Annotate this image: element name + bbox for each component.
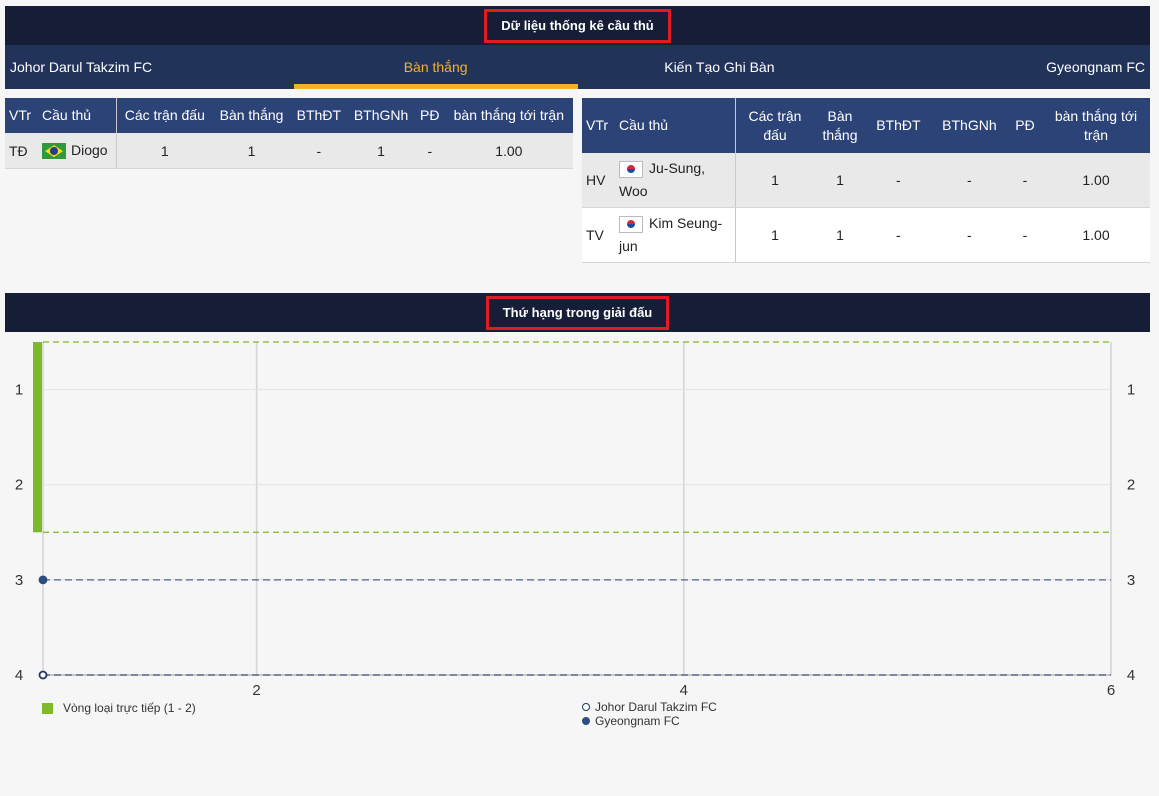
player-bthdt: - bbox=[866, 153, 931, 208]
player-ratio: 1.00 bbox=[444, 133, 573, 169]
y-tick-label-left: 2 bbox=[15, 477, 23, 494]
legend-johor[interactable]: Johor Darul Takzim FC bbox=[582, 700, 717, 714]
table-header-row: VTr Cầu thủ Các trận đấu Bàn thắng BThĐT… bbox=[582, 98, 1150, 153]
player-position: TV bbox=[582, 207, 615, 263]
qualification-band-bar bbox=[33, 342, 42, 533]
player-cell[interactable]: Kim Seung-jun bbox=[615, 207, 736, 263]
player-goals: 1 bbox=[814, 207, 866, 263]
team-tabs: Johor Darul Takzim FC Bàn thắng Kiến Tạo… bbox=[5, 45, 1150, 89]
col-pd[interactable]: PĐ bbox=[1008, 98, 1042, 153]
player-position: HV bbox=[582, 153, 615, 208]
table-row: TĐ Diogo 1 1 - 1 - 1.00 bbox=[5, 133, 573, 169]
col-goals[interactable]: Bàn thắng bbox=[814, 98, 866, 153]
player-matches: 1 bbox=[116, 133, 213, 169]
col-pd[interactable]: PĐ bbox=[414, 98, 445, 133]
player-stats-header: Dữ liệu thống kê cầu thủ bbox=[5, 6, 1150, 45]
player-bthgnh: 1 bbox=[347, 133, 415, 169]
filled-circle-icon bbox=[582, 717, 590, 725]
tab-gyeongnam-team[interactable]: Gyeongnam FC bbox=[861, 45, 1150, 89]
league-ranking-header: Thứ hạng trong giải đấu bbox=[5, 293, 1150, 332]
col-player[interactable]: Cầu thủ bbox=[38, 98, 117, 133]
legend-qualification[interactable]: Vòng loại trực tiếp (1 - 2) bbox=[42, 701, 196, 715]
table-header-row: VTr Cầu thủ Các trận đấu Bàn thắng BThĐT… bbox=[5, 98, 573, 133]
player-ratio: 1.00 bbox=[1042, 153, 1150, 208]
legend-gyeongnam-label: Gyeongnam FC bbox=[595, 714, 680, 728]
y-tick-label-right: 4 bbox=[1127, 667, 1135, 684]
col-matches[interactable]: Các trận đấu bbox=[735, 98, 814, 153]
player-bthdt: - bbox=[290, 133, 348, 169]
player-pd: - bbox=[1008, 207, 1042, 263]
col-goals-per-match[interactable]: bàn thắng tới trận bbox=[444, 98, 573, 133]
player-cell[interactable]: Ju-Sung, Woo bbox=[615, 153, 736, 208]
player-stats-title: Dữ liệu thống kê cầu thủ bbox=[484, 8, 671, 43]
x-tick-label: 2 bbox=[252, 682, 260, 699]
player-bthdt: - bbox=[866, 207, 931, 263]
y-tick-label-left: 3 bbox=[15, 572, 23, 589]
y-tick-label-left: 1 bbox=[15, 382, 23, 399]
player-matches: 1 bbox=[735, 207, 814, 263]
col-goals[interactable]: Bàn thắng bbox=[212, 98, 291, 133]
legend-gyeongnam[interactable]: Gyeongnam FC bbox=[582, 714, 680, 728]
col-player[interactable]: Cầu thủ bbox=[615, 98, 736, 153]
table-row: HV Ju-Sung, Woo 1 1 - - - 1.00 bbox=[582, 153, 1150, 208]
player-pd: - bbox=[414, 133, 445, 169]
col-matches[interactable]: Các trận đấu bbox=[116, 98, 213, 133]
tab-goals[interactable]: Bàn thắng bbox=[293, 45, 578, 89]
legend-johor-label: Johor Darul Takzim FC bbox=[595, 700, 717, 714]
col-bthgnh[interactable]: BThGNh bbox=[347, 98, 415, 133]
y-tick-label-right: 3 bbox=[1127, 572, 1135, 589]
series-point bbox=[38, 575, 48, 585]
y-tick-label-right: 2 bbox=[1127, 477, 1135, 494]
player-bthgnh: - bbox=[930, 207, 1009, 263]
table-row: TV Kim Seung-jun 1 1 - - - 1.00 bbox=[582, 207, 1150, 263]
legend-qualification-label: Vòng loại trực tiếp (1 - 2) bbox=[63, 701, 196, 715]
player-name[interactable]: Diogo bbox=[71, 142, 108, 158]
south-korea-flag-icon bbox=[619, 215, 643, 233]
y-tick-label-left: 4 bbox=[15, 667, 23, 684]
johor-stats-table: VTr Cầu thủ Các trận đấu Bàn thắng BThĐT… bbox=[5, 98, 573, 169]
green-square-icon bbox=[42, 702, 53, 714]
player-cell[interactable]: Diogo bbox=[38, 133, 117, 169]
league-ranking-title: Thứ hạng trong giải đấu bbox=[485, 295, 670, 330]
ranking-chart: 2 4 61 12 23 34 4 bbox=[5, 332, 1150, 732]
series-point bbox=[38, 670, 48, 680]
x-tick-label: 6 bbox=[1107, 682, 1115, 699]
col-goals-per-match[interactable]: bàn thắng tới trận bbox=[1042, 98, 1150, 153]
player-bthgnh: - bbox=[930, 153, 1009, 208]
col-bthgnh[interactable]: BThGNh bbox=[930, 98, 1009, 153]
gyeongnam-stats-table: VTr Cầu thủ Các trận đấu Bàn thắng BThĐT… bbox=[582, 98, 1150, 263]
player-position: TĐ bbox=[5, 133, 38, 169]
col-bthdt[interactable]: BThĐT bbox=[290, 98, 348, 133]
col-position[interactable]: VTr bbox=[5, 98, 38, 133]
y-tick-label-right: 1 bbox=[1127, 382, 1135, 399]
player-pd: - bbox=[1008, 153, 1042, 208]
x-tick-label: 4 bbox=[680, 682, 688, 699]
south-korea-flag-icon bbox=[619, 160, 643, 178]
tab-assists[interactable]: Kiến Tạo Ghi Bàn bbox=[578, 45, 862, 89]
brazil-flag-icon bbox=[42, 143, 66, 160]
player-ratio: 1.00 bbox=[1042, 207, 1150, 263]
hollow-circle-icon bbox=[582, 703, 590, 711]
player-goals: 1 bbox=[814, 153, 866, 208]
col-bthdt[interactable]: BThĐT bbox=[866, 98, 931, 153]
player-goals: 1 bbox=[212, 133, 291, 169]
tab-johor-team[interactable]: Johor Darul Takzim FC bbox=[5, 45, 294, 89]
col-position[interactable]: VTr bbox=[582, 98, 615, 153]
player-matches: 1 bbox=[735, 153, 814, 208]
